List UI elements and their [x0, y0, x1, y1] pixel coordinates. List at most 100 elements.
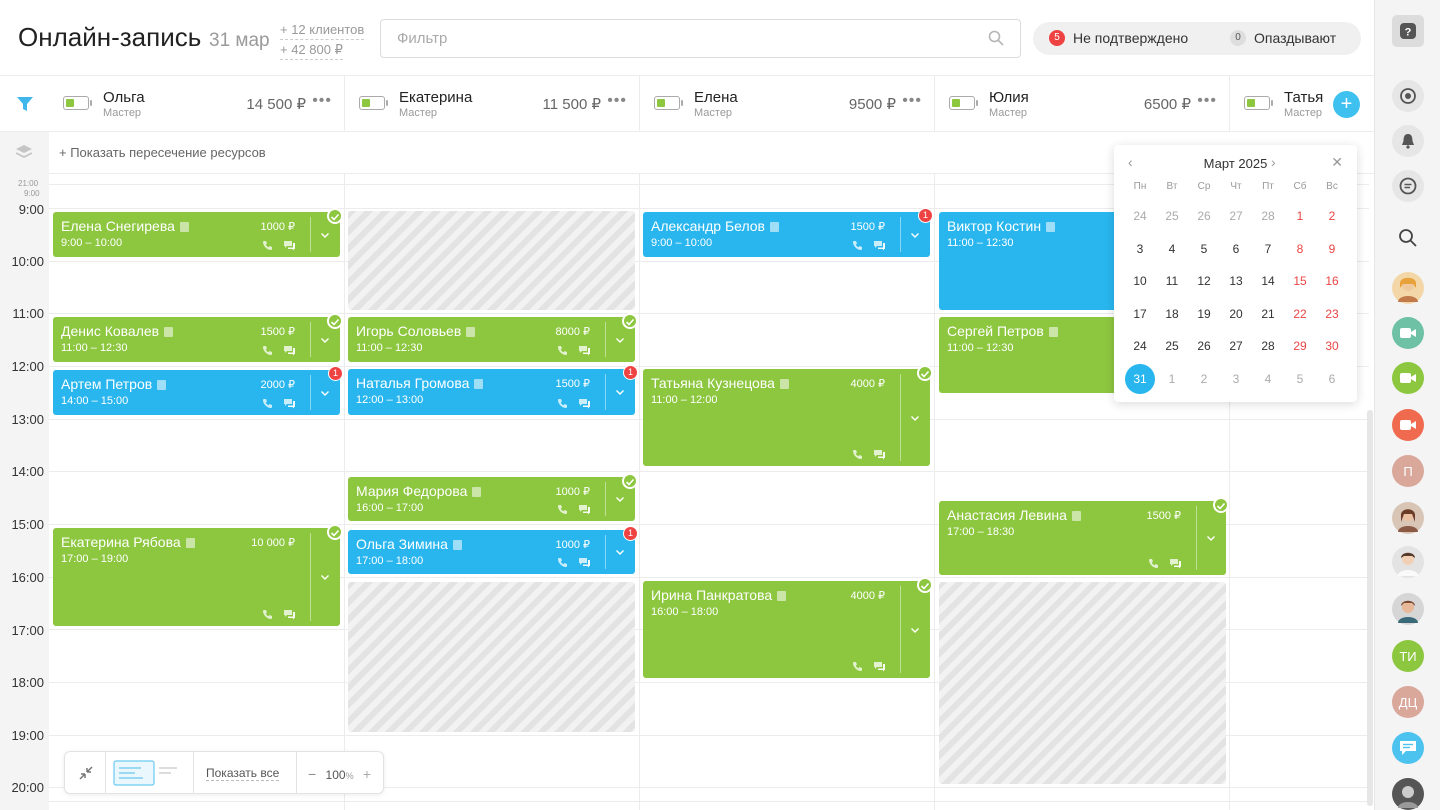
calendar-day[interactable]: 9 — [1316, 234, 1348, 264]
calendar-day[interactable]: 21 — [1252, 299, 1284, 329]
appointment-card[interactable]: Виктор Костин 11:00 – 12:30 — [939, 212, 1139, 310]
appointment-card[interactable]: Мария Федорова 16:00 – 17:00 1000 ₽ — [348, 473, 638, 521]
message-icon[interactable] — [578, 398, 591, 409]
calendar-day[interactable]: 7 — [1252, 234, 1284, 264]
appointment-card[interactable]: Ольга Зимина 17:00 – 18:00 1000 ₽ 1 — [348, 526, 638, 574]
appointment-card[interactable]: Игорь Соловьев 11:00 – 12:30 8000 ₽ — [348, 313, 638, 362]
more-icon[interactable]: ••• — [902, 92, 922, 110]
phone-icon[interactable] — [262, 609, 273, 620]
appointment-card[interactable]: Александр Белов 9:00 – 10:00 1500 ₽ 1 — [643, 208, 933, 257]
calendar-day[interactable]: 31 — [1124, 363, 1156, 394]
calendar-day[interactable]: 4 — [1156, 234, 1188, 264]
message-icon[interactable] — [283, 609, 296, 620]
calendar-day[interactable]: 14 — [1252, 266, 1284, 296]
calendar-day[interactable]: 5 — [1284, 364, 1316, 394]
calendar-day[interactable]: 19 — [1188, 299, 1220, 329]
appointment-card[interactable]: Сергей Петров 11:00 – 12:30 — [939, 317, 1139, 393]
avatar-initials[interactable]: ДЦ — [1392, 686, 1424, 718]
calendar-day[interactable]: 12 — [1188, 266, 1220, 296]
search-icon[interactable] — [1392, 222, 1424, 254]
chevron-down-icon[interactable] — [319, 571, 331, 583]
resource-filter[interactable] — [0, 76, 49, 132]
add-master-button[interactable]: + — [1333, 91, 1360, 118]
message-icon[interactable] — [283, 398, 296, 409]
calendar-day[interactable]: 25 — [1156, 201, 1188, 231]
calendar-day[interactable]: 8 — [1284, 234, 1316, 264]
avatar-user-5[interactable] — [1392, 778, 1424, 810]
phone-icon[interactable] — [262, 398, 273, 409]
calendar-day[interactable]: 22 — [1284, 299, 1316, 329]
appointment-card[interactable]: Анастасия Левина 17:00 – 18:30 1500 ₽ — [939, 497, 1229, 575]
collapse-icon[interactable] — [78, 765, 94, 781]
appointment-card[interactable]: Ирина Панкратова 16:00 – 18:00 4000 ₽ — [643, 577, 933, 678]
late-filter[interactable]: 0 Опаздывают — [1230, 30, 1336, 46]
message-icon[interactable] — [1169, 558, 1182, 569]
phone-icon[interactable] — [557, 398, 568, 409]
master-column-header[interactable]: Юлия Мастер 6500 ₽ ••• — [935, 76, 1230, 132]
chevron-down-icon[interactable] — [319, 334, 331, 346]
filter-input[interactable] — [381, 20, 961, 57]
chevron-down-icon[interactable] — [319, 229, 331, 241]
appointment-card[interactable]: Артем Петров 14:00 – 15:00 2000 ₽ 1 — [53, 366, 343, 415]
phone-icon[interactable] — [1148, 558, 1159, 569]
avatar-user-3[interactable] — [1392, 546, 1424, 578]
message-icon[interactable] — [283, 240, 296, 251]
vertical-scrollbar[interactable] — [1367, 410, 1373, 806]
calendar-day[interactable]: 1 — [1284, 201, 1316, 231]
more-icon[interactable]: ••• — [312, 92, 332, 110]
calendar-day[interactable]: 1 — [1156, 364, 1188, 394]
calendar-day[interactable]: 27 — [1220, 201, 1252, 231]
calendar-day[interactable]: 28 — [1252, 331, 1284, 361]
calendar-day[interactable]: 20 — [1220, 299, 1252, 329]
calendar-day[interactable]: 3 — [1124, 234, 1156, 264]
filter-box[interactable] — [380, 19, 1021, 58]
phone-icon[interactable] — [852, 449, 863, 460]
chevron-down-icon[interactable] — [1205, 532, 1217, 544]
unconfirmed-filter[interactable]: 5 Не подтверждено — [1049, 30, 1188, 46]
calendar-day[interactable]: 16 — [1316, 266, 1348, 296]
close-icon[interactable]: ✕ — [1331, 154, 1343, 171]
calendar-day[interactable]: 30 — [1316, 331, 1348, 361]
phone-icon[interactable] — [852, 240, 863, 251]
calendar-day[interactable]: 2 — [1188, 364, 1220, 394]
phone-icon[interactable] — [262, 345, 273, 356]
more-icon[interactable]: ••• — [1197, 92, 1217, 110]
message-icon[interactable] — [578, 557, 591, 568]
master-column-header[interactable]: Елена Мастер 9500 ₽ ••• — [640, 76, 935, 132]
chevron-down-icon[interactable] — [909, 229, 921, 241]
help-icon[interactable]: ? — [1392, 15, 1424, 47]
calendar-day[interactable]: 3 — [1220, 364, 1252, 394]
minimap-icon[interactable] — [113, 760, 183, 786]
message-icon[interactable] — [578, 504, 591, 515]
calendar-day[interactable]: 6 — [1220, 234, 1252, 264]
zoom-in-button[interactable]: + — [363, 766, 371, 782]
calendar-day[interactable]: 24 — [1124, 201, 1156, 231]
calendar-day[interactable]: 15 — [1284, 266, 1316, 296]
funnel-icon[interactable] — [16, 95, 34, 113]
current-date[interactable]: 31 мар — [209, 30, 270, 52]
calendar-day[interactable]: 24 — [1124, 331, 1156, 361]
layers-icon[interactable] — [15, 144, 33, 160]
video-icon[interactable] — [1392, 317, 1424, 349]
phone-icon[interactable] — [852, 661, 863, 672]
avatar-initials[interactable]: ТИ — [1392, 640, 1424, 672]
calendar-day[interactable]: 10 — [1124, 266, 1156, 296]
calendar-day[interactable]: 28 — [1252, 201, 1284, 231]
appointment-card[interactable]: Татьяна Кузнецова 11:00 – 12:00 4000 ₽ — [643, 365, 933, 466]
calendar-day[interactable]: 27 — [1220, 331, 1252, 361]
avatar-initials[interactable]: П — [1392, 455, 1424, 487]
calendar-day[interactable]: 26 — [1188, 331, 1220, 361]
chevron-down-icon[interactable] — [614, 546, 626, 558]
calendar-day[interactable]: 5 — [1188, 234, 1220, 264]
calendar-day[interactable]: 26 — [1188, 201, 1220, 231]
message-icon[interactable] — [873, 449, 886, 460]
phone-icon[interactable] — [557, 557, 568, 568]
message-icon[interactable] — [873, 661, 886, 672]
chevron-down-icon[interactable] — [614, 493, 626, 505]
avatar-user-4[interactable] — [1392, 593, 1424, 625]
master-column-header[interactable]: Ольга Мастер 14 500 ₽ ••• — [49, 76, 345, 132]
phone-icon[interactable] — [557, 345, 568, 356]
appointment-card[interactable]: Елена Снегирева 9:00 – 10:00 1000 ₽ — [53, 208, 343, 257]
calendar-day[interactable]: 13 — [1220, 266, 1252, 296]
calendar-day[interactable]: 23 — [1316, 299, 1348, 329]
